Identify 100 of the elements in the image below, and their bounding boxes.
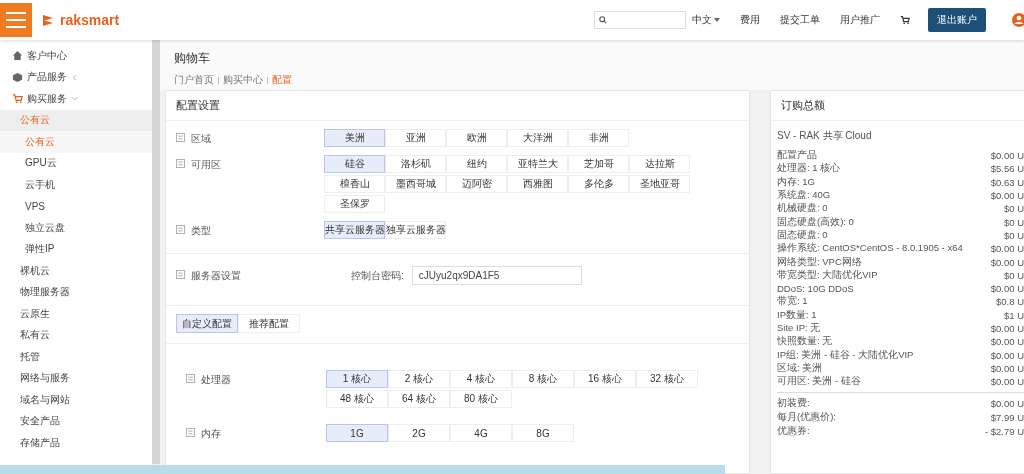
header-link[interactable]: 用户推广 xyxy=(840,13,880,27)
total-label: 每月(优惠价): xyxy=(777,410,836,424)
option-button[interactable]: 1G xyxy=(326,424,388,442)
line-label: 操作系统: CentOS*CentOS - 8.0.1905 - x64 xyxy=(777,242,963,256)
option-button[interactable]: 32 核心 xyxy=(636,370,698,388)
tab[interactable]: 推荐配置 xyxy=(238,314,300,333)
sidebar-item[interactable]: 产品服务 xyxy=(0,66,152,88)
option-button[interactable]: 大洋洲 xyxy=(507,129,568,147)
line-price: $0.00 U xyxy=(990,190,1024,202)
option-button[interactable]: 迈阿密 xyxy=(446,175,507,193)
sidebar-item[interactable]: 存储产品 xyxy=(0,432,152,454)
option-button[interactable]: 1 核心 xyxy=(326,370,388,388)
sidebar-item[interactable]: 独立云盘 xyxy=(0,217,152,239)
field-label: 控制台密码: xyxy=(351,268,404,283)
line-label: 快照数量: 无 xyxy=(777,335,833,349)
option-button[interactable]: 4 核心 xyxy=(450,370,512,388)
sidebar-item[interactable]: 客户中心 xyxy=(0,45,152,67)
cart-icon xyxy=(12,93,23,105)
sidebar-item[interactable]: 物理服务器 xyxy=(0,281,152,303)
sidebar-item[interactable]: VPS xyxy=(0,195,152,217)
option-button[interactable]: 硅谷 xyxy=(324,155,385,173)
line-price: $5.56 U xyxy=(990,163,1024,175)
line-price: $0.00 U xyxy=(990,362,1024,374)
option-button[interactable]: 8 核心 xyxy=(512,370,574,388)
line-price: $0 U xyxy=(1003,229,1024,241)
option-button[interactable]: 西雅图 xyxy=(507,175,568,193)
logout-button[interactable]: 退出账户 xyxy=(928,8,986,32)
row-label: 可用区 xyxy=(191,159,221,171)
total-price: $7.99 U xyxy=(990,411,1024,423)
line-price: $0.00 U xyxy=(990,283,1024,295)
option-button[interactable]: 4G xyxy=(450,424,512,442)
option-button[interactable]: 欧洲 xyxy=(446,129,507,147)
sidebar-item[interactable]: 购买服务 xyxy=(0,88,152,110)
sidebar-item[interactable]: GPU云 xyxy=(0,152,152,174)
password-field[interactable]: cJUyu2qx9DA1F5 xyxy=(411,266,582,285)
header-link[interactable]: 费用 xyxy=(740,13,760,27)
cart-icon[interactable] xyxy=(900,15,910,25)
option-button[interactable]: 16 核心 xyxy=(574,370,636,388)
chevron-icon xyxy=(71,73,78,81)
option-button[interactable]: 达拉斯 xyxy=(629,155,690,173)
line-price: $0 U xyxy=(1003,216,1024,228)
breadcrumb-link[interactable]: 门户首页 xyxy=(174,73,214,87)
option-button[interactable]: 80 核心 xyxy=(450,390,512,408)
line-label: IP数量: 1 xyxy=(777,308,817,322)
tab[interactable]: 自定义配置 xyxy=(176,314,238,333)
line-label: 可用区: 美洲 - 硅谷 xyxy=(777,375,861,389)
card-title: 配置设置 xyxy=(166,91,749,121)
user-icon[interactable] xyxy=(1012,13,1024,27)
sidebar-item[interactable]: 云手机 xyxy=(0,174,152,196)
option-button[interactable]: 共享云服务器 xyxy=(324,221,385,239)
option-button[interactable]: 圣保罗 xyxy=(324,195,385,213)
breadcrumb-link[interactable]: 购买中心 xyxy=(223,73,263,87)
line-price: $0.00 U xyxy=(990,323,1024,334)
option-button[interactable]: 2G xyxy=(388,424,450,442)
total-label: 初装费: xyxy=(777,396,810,410)
line-label: 系统盘: 40G xyxy=(777,189,831,202)
option-button[interactable]: 纽约 xyxy=(446,155,507,173)
line-label: 区域: 美洲 xyxy=(777,361,823,375)
option-button[interactable]: 亚特兰大 xyxy=(507,155,568,173)
option-button[interactable]: 芝加哥 xyxy=(568,155,629,173)
list-icon xyxy=(176,133,185,142)
option-button[interactable]: 洛杉矶 xyxy=(385,155,446,173)
sidebar-item[interactable]: 裸机云 xyxy=(0,260,152,282)
option-button[interactable]: 亚洲 xyxy=(385,129,446,147)
search-field[interactable] xyxy=(594,11,686,29)
option-button[interactable]: 8G xyxy=(512,424,574,442)
list-icon xyxy=(176,159,185,168)
menu-button[interactable] xyxy=(0,3,32,37)
option-button[interactable]: 非洲 xyxy=(568,129,629,147)
line-label: Site IP: 无 xyxy=(777,322,821,335)
sidebar-item[interactable]: 云原生 xyxy=(0,303,152,325)
option-button[interactable]: 圣地亚哥 xyxy=(629,175,690,193)
sidebar-item[interactable]: 域名与网站 xyxy=(0,389,152,411)
line-price: $0.00 U xyxy=(990,243,1024,255)
line-price: $1 U xyxy=(1003,309,1024,321)
sidebar-item[interactable]: 网络与服务 xyxy=(0,367,152,389)
option-button[interactable]: 2 核心 xyxy=(388,370,450,388)
scrollbar[interactable] xyxy=(152,40,160,464)
option-button[interactable]: 墨西哥城 xyxy=(385,175,446,193)
line-price: $0.63 U xyxy=(990,176,1024,188)
option-button[interactable]: 独享云服务器 xyxy=(385,221,446,239)
line-price: $0.00 U xyxy=(990,256,1024,268)
line-label: 内存: 1G xyxy=(777,175,815,189)
row-label: 类型 xyxy=(191,225,211,237)
language-dropdown[interactable]: 中文 xyxy=(692,13,720,27)
line-label: 处理器: 1 核心 xyxy=(777,162,841,176)
sidebar-item[interactable]: 弹性IP xyxy=(0,238,152,260)
option-button[interactable]: 多伦多 xyxy=(568,175,629,193)
option-button[interactable]: 美洲 xyxy=(324,129,385,147)
page-title: 购物车 xyxy=(174,50,211,67)
cube-icon xyxy=(12,71,23,83)
sidebar-item[interactable]: 私有云 xyxy=(0,324,152,346)
sidebar-item[interactable]: 安全产品 xyxy=(0,410,152,432)
line-price: $0.00 U xyxy=(990,349,1024,361)
sidebar-item[interactable]: 托管 xyxy=(0,346,152,368)
option-button[interactable]: 48 核心 xyxy=(326,390,388,408)
total-label: 优惠券: xyxy=(777,424,810,438)
option-button[interactable]: 檀香山 xyxy=(324,175,385,193)
option-button[interactable]: 64 核心 xyxy=(388,390,450,408)
header-link[interactable]: 提交工单 xyxy=(780,13,820,27)
